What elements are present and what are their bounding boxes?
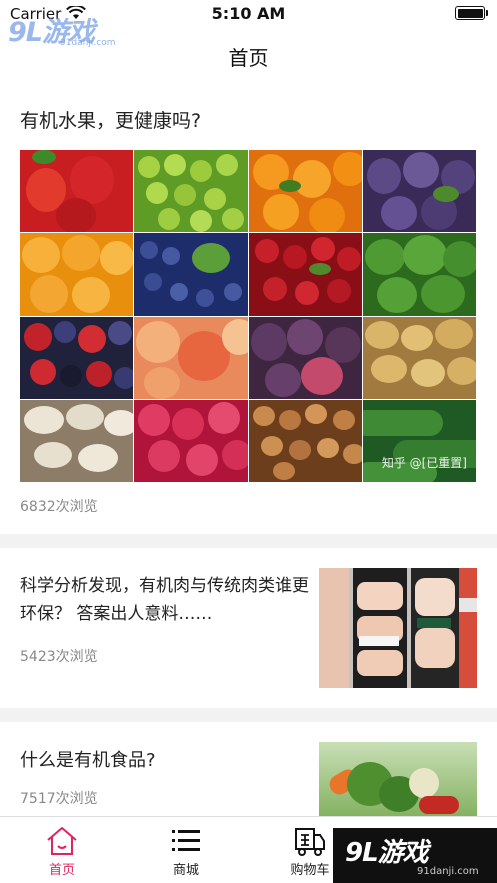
mushroom-tile (20, 399, 134, 482)
view-count: 7517次浏览 (20, 791, 98, 807)
broccoli-tile (362, 233, 476, 316)
article-feed[interactable]: 有机水果，更健康吗? 知乎 @[已重置] 6832次浏览 科学分析发现，有机肉与… (0, 84, 497, 842)
view-count: 6832次浏览 (20, 499, 98, 515)
peach-tile (134, 316, 248, 399)
watermark-logo: 9L游戏 91danji.com (333, 828, 497, 883)
article-thumbnail-meat[interactable] (319, 568, 477, 688)
view-count: 5423次浏览 (20, 649, 98, 665)
tab-home[interactable]: 首页 (0, 817, 124, 883)
article-title[interactable]: 科学分析发现，有机肉与传统肉类谁更环保？ 答案出人意料…… (20, 572, 310, 628)
fig-tile (248, 316, 362, 399)
home-icon (47, 827, 77, 855)
strawberry-tile (20, 150, 134, 233)
watermark-logo-text: 9L游戏 (345, 838, 429, 868)
hazelnut-tile (248, 399, 362, 482)
menu-list-icon (172, 830, 200, 851)
section-divider (0, 534, 497, 548)
navigation-bar: 首页 (0, 26, 497, 84)
image-credit: 知乎 @[已重置] (381, 456, 467, 470)
battery-icon (455, 6, 488, 20)
grapes-tile (134, 150, 248, 233)
article-title[interactable]: 什么是有机食品? (20, 746, 156, 772)
potato-tile (362, 316, 476, 399)
mixed-berries-tile (20, 316, 134, 399)
apricot-tile (20, 233, 134, 316)
cherry-tile (248, 233, 362, 316)
orange-tile (248, 150, 362, 233)
article-thumbnail-vegetables[interactable] (319, 742, 477, 822)
section-divider (0, 708, 497, 722)
raspberry-tile (134, 399, 248, 482)
article-image-fruit-mosaic[interactable] (20, 150, 476, 482)
article-card[interactable]: 科学分析发现，有机肉与传统肉类谁更环保？ 答案出人意料…… 5423次浏览 (0, 548, 497, 708)
blueberry-tile (134, 233, 248, 316)
watermark-site-text: 91danji.com (417, 866, 479, 877)
plum-tile (362, 150, 476, 233)
tab-label: 首页 (48, 863, 75, 878)
tab-label: 商城 (172, 863, 199, 878)
tab-mall[interactable]: 商城 (124, 817, 248, 883)
cart-icon (295, 828, 325, 856)
page-title: 首页 (228, 46, 269, 70)
article-title[interactable]: 有机水果，更健康吗? (20, 106, 201, 133)
article-card[interactable]: 有机水果，更健康吗? 知乎 @[已重置] 6832次浏览 (0, 84, 497, 534)
